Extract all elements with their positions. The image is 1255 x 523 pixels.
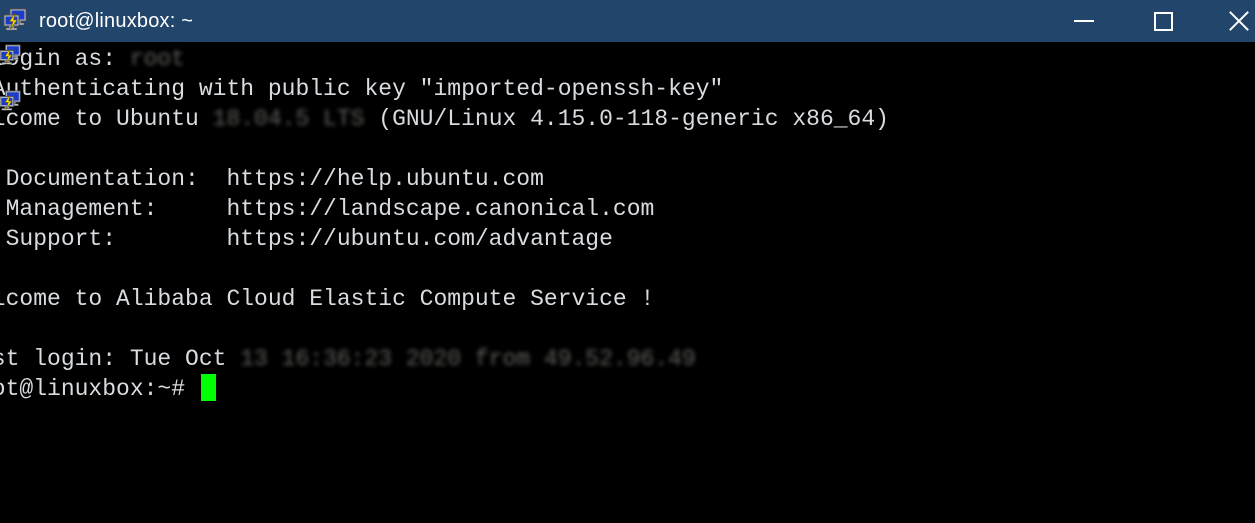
redacted-text: 13 16:36:23 2020 from 49.52.96.49 <box>240 346 696 372</box>
minimize-button[interactable] <box>1051 0 1117 42</box>
terminal-screen: login as: root Authenticating with publi… <box>0 44 1255 404</box>
line-login-as: login as: root <box>0 44 1255 74</box>
line-welcome-ubuntu: elcome to Ubuntu 18.04.5 LTS (GNU/Linux … <box>0 104 1255 134</box>
close-button[interactable] <box>1209 0 1255 42</box>
terminal-text: * Documentation: https://help.ubuntu.com <box>0 166 544 192</box>
terminal-text: * Support: https://ubuntu.com/advantage <box>0 226 613 252</box>
line-last-login: ast login: Tue Oct 13 16:36:23 2020 from… <box>0 344 1255 374</box>
window-title: root@linuxbox: ~ <box>39 10 194 32</box>
terminal-output-area[interactable]: login as: root Authenticating with publi… <box>0 42 1255 523</box>
maximize-button[interactable] <box>1117 0 1209 42</box>
line-welcome-alibaba: elcome to Alibaba Cloud Elastic Compute … <box>0 284 1255 314</box>
putty-terminal-window: root@linuxbox: ~ login as: root Authenti… <box>0 0 1255 523</box>
line-authenticating: Authenticating with public key "imported… <box>0 74 1255 104</box>
putty-computer-icon <box>0 90 23 114</box>
terminal-text: * Management: https://landscape.canonica… <box>0 196 655 222</box>
line-blank-1 <box>0 134 1255 164</box>
redacted-text: 18.04.5 LTS <box>212 106 365 132</box>
shell-prompt: oot@linuxbox:~# <box>0 376 199 402</box>
terminal-text: (GNU/Linux 4.15.0-118-generic x86_64) <box>364 106 889 132</box>
window-controls <box>1051 0 1255 42</box>
terminal-prompt-line: oot@linuxbox:~# <box>0 374 1255 404</box>
title-bar[interactable]: root@linuxbox: ~ <box>0 0 1255 42</box>
terminal-text: ast login: Tue Oct <box>0 346 241 372</box>
putty-computer-icon <box>0 44 23 68</box>
putty-computer-icon[interactable] <box>3 8 29 34</box>
terminal-line-list: login as: root Authenticating with publi… <box>0 44 1255 374</box>
minimize-icon <box>1074 20 1094 22</box>
maximize-icon <box>1153 11 1173 31</box>
line-blank-3 <box>0 314 1255 344</box>
redacted-text: root <box>129 46 186 72</box>
terminal-text: elcome to Alibaba Cloud Elastic Compute … <box>0 286 655 312</box>
line-management: * Management: https://landscape.canonica… <box>0 194 1255 224</box>
terminal-text: Authenticating with public key "imported… <box>0 76 724 102</box>
close-icon <box>1226 8 1252 34</box>
line-blank-2 <box>0 254 1255 284</box>
terminal-text: elcome to Ubuntu <box>0 106 213 132</box>
block-cursor <box>200 374 216 401</box>
line-documentation: * Documentation: https://help.ubuntu.com <box>0 164 1255 194</box>
line-support: * Support: https://ubuntu.com/advantage <box>0 224 1255 254</box>
